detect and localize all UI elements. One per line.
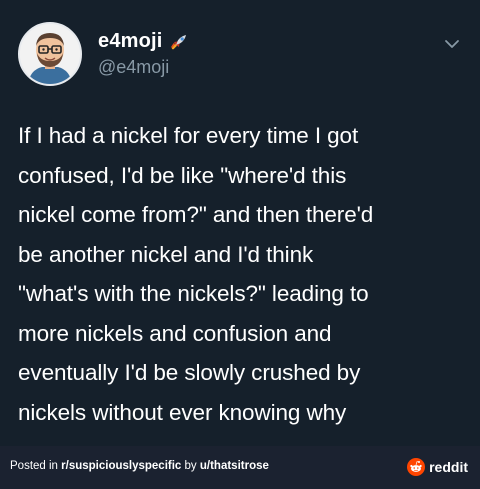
- tweet-body: If I had a nickel for every time I got c…: [18, 116, 470, 432]
- author-names: e4moji @e4moji: [98, 30, 189, 78]
- display-name[interactable]: e4moji: [98, 30, 163, 53]
- rocket-icon: [170, 34, 186, 49]
- tweet-line: eventually I'd be slowly crushed by: [18, 360, 361, 385]
- by-label: by: [181, 460, 200, 472]
- tweet-line: nickels without ever knowing why: [18, 399, 347, 425]
- reddit-footer: Posted in r/suspiciouslyspecific by u/th…: [0, 446, 480, 489]
- username-link[interactable]: u/thatsitrose: [200, 460, 269, 472]
- chevron-down-icon[interactable]: [444, 38, 460, 50]
- avatar[interactable]: [18, 22, 82, 86]
- handle[interactable]: @e4moji: [98, 57, 189, 78]
- tweet-line: confused, I'd be like "where'd this: [18, 162, 347, 188]
- tweet-line: "what's with the nickels?" leading to: [18, 281, 369, 306]
- posted-in-label: Posted in: [10, 460, 62, 472]
- subreddit-link[interactable]: r/suspiciouslyspecific: [61, 460, 181, 472]
- tweet-line: more nickels and confusion and: [18, 320, 332, 346]
- reddit-wordmark: reddit: [429, 459, 468, 475]
- reddit-logo-icon: [407, 458, 426, 476]
- tweet-line: be another nickel and I'd think: [18, 241, 314, 267]
- avatar-illustration: [20, 24, 80, 84]
- tweet-card: e4moji @e4moji If I had a nickel for eve…: [0, 0, 480, 446]
- tweet-line: nickel come from?" and then there'd: [18, 202, 374, 227]
- tweet-line: If I had a nickel for every time I got: [18, 123, 359, 148]
- tweet-header: e4moji @e4moji: [18, 22, 189, 86]
- post-attribution: Posted in r/suspiciouslyspecific by u/th…: [10, 460, 269, 472]
- display-name-row: e4moji: [98, 30, 189, 53]
- reddit-brand: reddit: [407, 458, 468, 476]
